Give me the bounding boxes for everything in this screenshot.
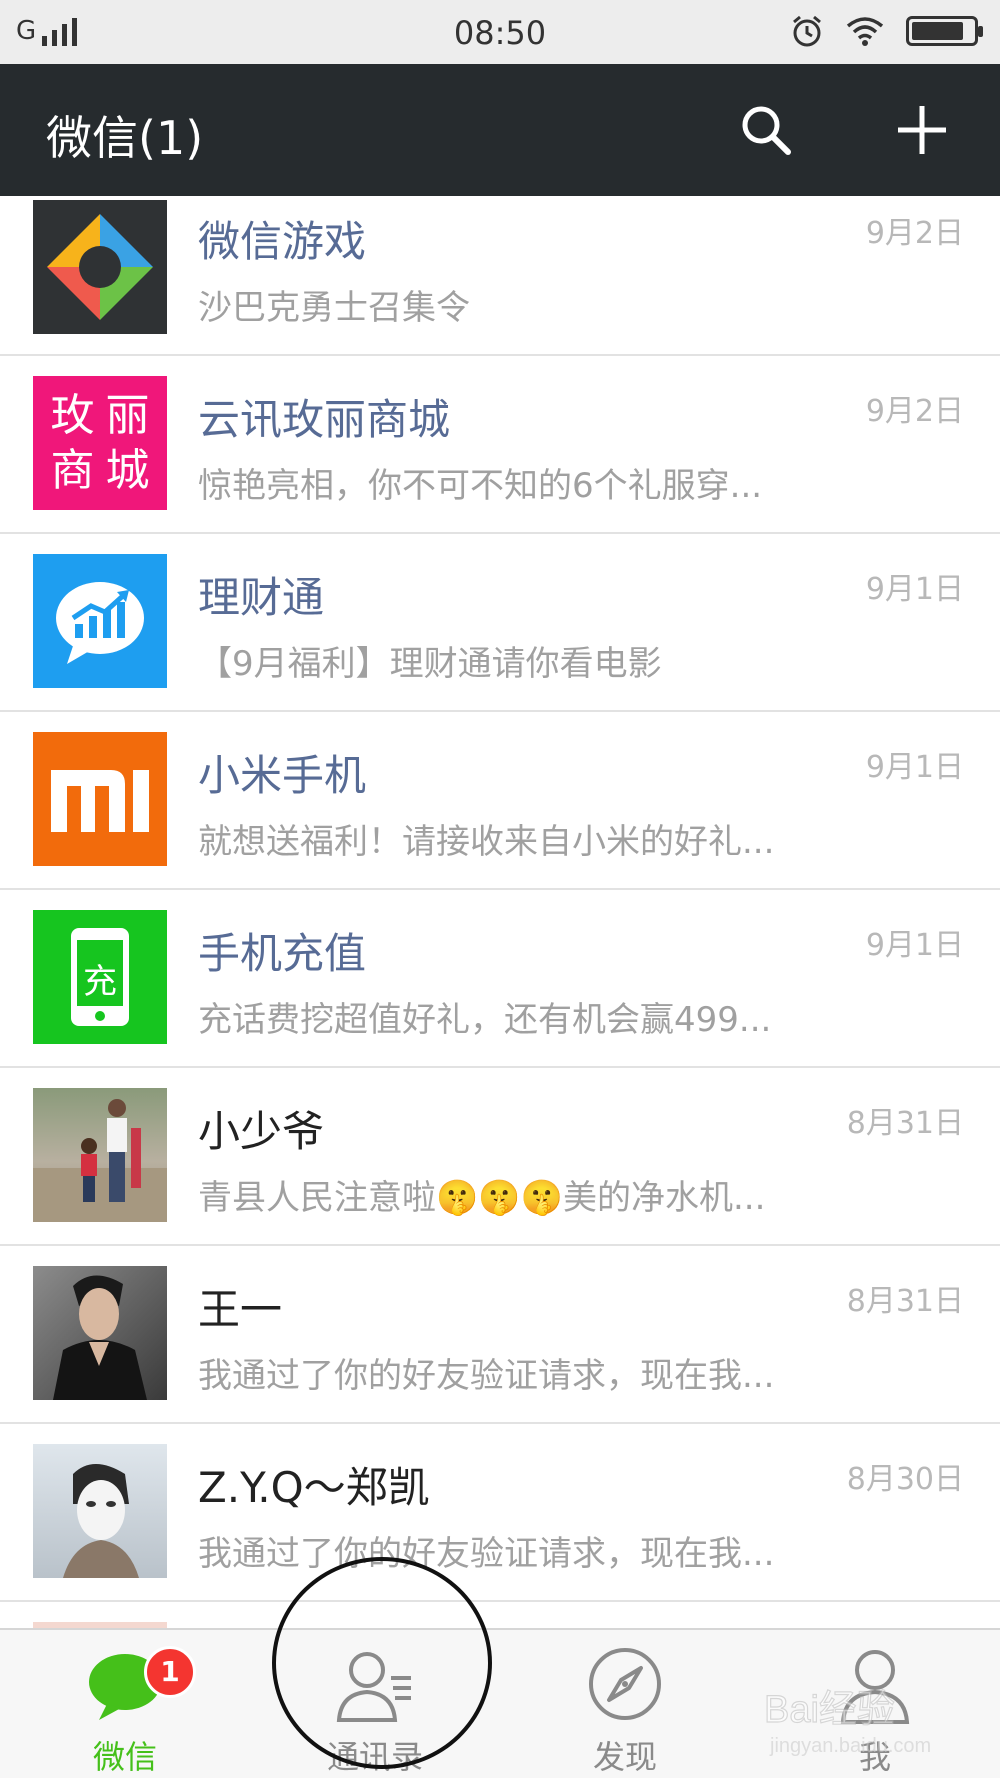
status-bar: G 08:50 (0, 0, 1000, 64)
tab-label: 发现 (592, 1738, 657, 1776)
chat-item[interactable]: 玫 丽 商 城 云讯玫丽商城 惊艳亮相，你不可不知的6个礼服穿... 9月2日 (0, 356, 1000, 534)
chat-item[interactable]: 王一 我通过了你的好友验证请求，现在我... 8月31日 (0, 1246, 1000, 1424)
bottom-tab-bar: 1 微信 通讯录 发现 我 (0, 1628, 1000, 1778)
chat-time: 8月31日 (846, 1106, 964, 1141)
chat-list[interactable]: 微信游戏 沙巴克勇士召集令 9月2日 玫 丽 商 城 云讯玫丽商城 惊艳亮相，你… (0, 196, 1000, 1628)
battery-level (912, 22, 963, 40)
tab-me[interactable]: 我 (750, 1630, 1000, 1778)
plus-icon[interactable] (892, 100, 952, 160)
mall-logo-char: 丽 (105, 390, 150, 441)
photo-family (33, 1088, 167, 1222)
wechat-games-logo (33, 200, 167, 334)
battery-icon (906, 16, 983, 46)
phone-recharge-logo: 充 (33, 910, 167, 1044)
chat-message: 沙巴克勇士召集令 (198, 288, 470, 328)
mi-logo (33, 732, 167, 866)
tab-discover[interactable]: 发现 (500, 1630, 750, 1778)
alarm-icon (793, 15, 821, 47)
chat-time: 8月31日 (846, 1284, 964, 1319)
tab-label: 通讯录 (326, 1738, 423, 1776)
recharge-char: 充 (83, 962, 117, 1002)
contacts-icon (336, 1652, 411, 1722)
tab-label: 我 (858, 1738, 891, 1776)
chat-name: 理财通 (198, 573, 325, 622)
chat-item[interactable]: 理财通 【9月福利】理财通请你看电影 9月1日 (0, 534, 1000, 712)
chat-time: 8月30日 (846, 1462, 964, 1497)
tab-wechat[interactable]: 1 微信 (0, 1630, 250, 1778)
chat-message: 惊艳亮相，你不可不知的6个礼服穿... (198, 466, 763, 506)
photo-man (33, 1266, 167, 1400)
page-title: 微信(1) (46, 111, 204, 165)
chat-name: 王一 (198, 1285, 283, 1334)
chat-name: 手机充值 (198, 929, 367, 978)
chat-time: 9月1日 (865, 750, 964, 785)
chat-time: 9月1日 (865, 928, 964, 963)
chat-message: 我通过了你的好友验证请求，现在我... (198, 1356, 775, 1396)
mall-logo-char: 商 (50, 445, 95, 496)
unread-badge: 1 (144, 1646, 196, 1698)
tab-contacts[interactable]: 通讯录 (250, 1630, 500, 1778)
chat-item[interactable]: 小少爷 青县人民注意啦🤫🤫🤫美的净水机... 8月31日 (0, 1068, 1000, 1246)
compass-icon (589, 1648, 661, 1720)
chat-name: 小米手机 (198, 751, 367, 800)
mall-logo-char: 玫 (50, 390, 95, 441)
chat-message: 充话费挖超值好礼，还有机会赢499... (198, 1000, 772, 1040)
chat-item[interactable]: 微信游戏 沙巴克勇士召集令 9月2日 (0, 196, 1000, 356)
chat-time: 9月2日 (865, 394, 964, 429)
chat-name: 微信游戏 (198, 217, 367, 266)
chat-name: 云讯玫丽商城 (198, 395, 451, 444)
chat-name: 小少爷 (198, 1107, 325, 1156)
chat-time: 9月1日 (865, 572, 964, 607)
wifi-icon (846, 17, 884, 46)
chat-item[interactable]: 小米手机 就想送福利！请接收来自小米的好礼... 9月1日 (0, 712, 1000, 890)
chat-message: 【9月福利】理财通请你看电影 (198, 644, 662, 684)
mall-logo: 玫 丽 商 城 (33, 376, 167, 510)
app-header: 微信(1) (0, 64, 1000, 196)
chat-item[interactable] (0, 1602, 1000, 1628)
mall-logo-char: 城 (105, 445, 150, 496)
chart-bubble-icon (33, 554, 167, 688)
person-icon (840, 1650, 910, 1724)
status-icons (790, 14, 983, 48)
chat-message: 我通过了你的好友验证请求，现在我... (198, 1534, 775, 1574)
chat-time: 9月2日 (865, 216, 964, 251)
chat-item[interactable]: Z.Y.Q～郑凯 我通过了你的好友验证请求，现在我... 8月30日 (0, 1424, 1000, 1602)
search-icon[interactable] (736, 100, 796, 160)
chat-name: Z.Y.Q～郑凯 (198, 1463, 430, 1512)
tab-label: 微信 (92, 1738, 157, 1776)
chat-message: 就想送福利！请接收来自小米的好礼... (198, 822, 775, 862)
photo-mask (33, 1444, 167, 1578)
chat-message: 青县人民注意啦🤫🤫🤫美的净水机... (198, 1178, 766, 1218)
chat-item[interactable]: 充 手机充值 充话费挖超值好礼，还有机会赢499... 9月1日 (0, 890, 1000, 1068)
